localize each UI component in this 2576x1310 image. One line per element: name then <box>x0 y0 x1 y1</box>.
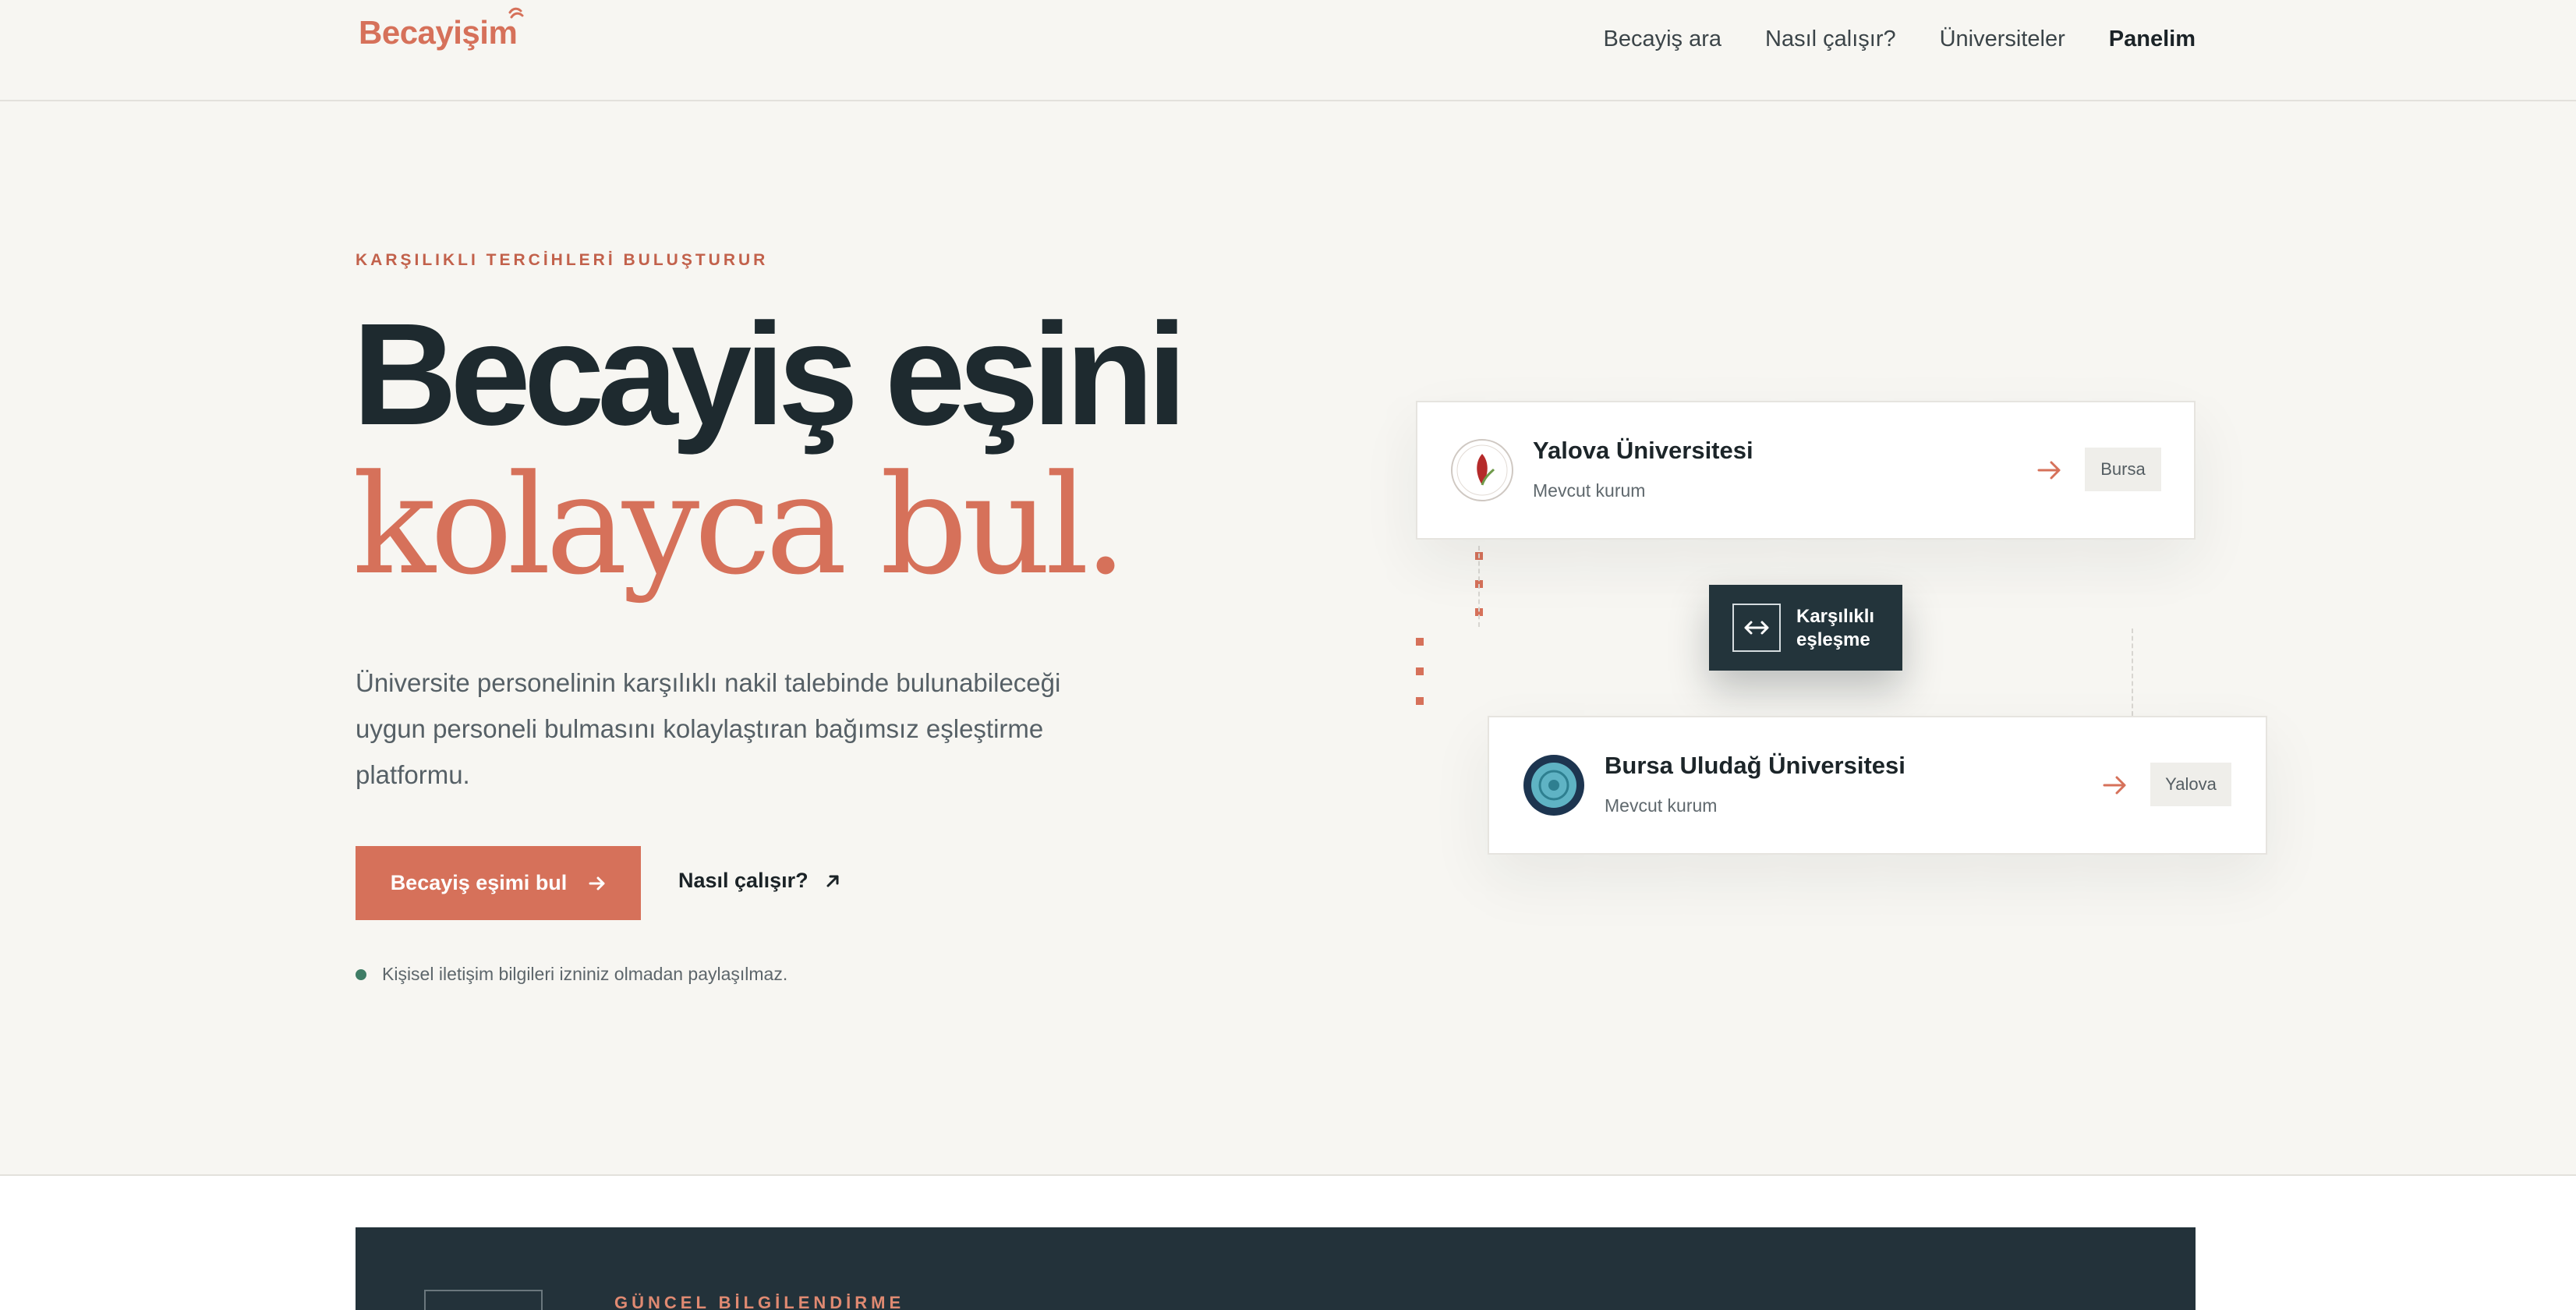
destination-badge: Bursa <box>2085 448 2161 491</box>
mutual-match-line2: eşleşme <box>1796 629 1870 650</box>
university-name: Bursa Uludağ Üniversitesi <box>1605 752 1905 779</box>
site-header: Becayişim Becayiş ara Nasıl çalışır? Üni… <box>0 0 2576 101</box>
nav-panelim[interactable]: Panelim <box>2109 27 2196 52</box>
hero-headline-line1: Becayiş eşini <box>352 294 1187 455</box>
announcement-label: GÜNCEL BİLGİLENDİRME <box>614 1293 905 1310</box>
university-seal-icon <box>1451 439 1513 501</box>
logo-swirl-icon <box>508 7 524 19</box>
university-status: Mevcut kurum <box>1605 795 1718 816</box>
brand-logo[interactable]: Becayişim <box>359 14 518 51</box>
nav-becayis-ara[interactable]: Becayiş ara <box>1603 27 1721 52</box>
university-seal-icon <box>1523 755 1584 816</box>
arrow-right-icon <box>2037 461 2061 480</box>
main-nav: Becayiş ara Nasıl çalışır? Üniversiteler… <box>1603 27 2196 52</box>
hero-lead: Üniversite personelinin karşılıklı nakil… <box>356 668 1061 789</box>
decor-square <box>1416 697 1424 705</box>
university-name: Yalova Üniversitesi <box>1533 437 1753 464</box>
mutual-match-badge: Karşılıklı eşleşme <box>1709 585 1902 671</box>
nav-nasil-calisir[interactable]: Nasıl çalışır? <box>1765 27 1896 52</box>
arrow-right-icon <box>589 876 605 890</box>
status-dot <box>356 968 366 980</box>
mutual-match-line1: Karşılıklı <box>1796 606 1875 627</box>
privacy-note: Kişisel iletişim bilgileri izniniz olmad… <box>356 964 787 985</box>
university-status: Mevcut kurum <box>1533 480 1646 501</box>
match-card-bursa[interactable]: Bursa Uludağ Üniversitesi Mevcut kurum Y… <box>1488 716 2267 855</box>
announcement-panel: GÜNCEL BİLGİLENDİRME <box>356 1227 2196 1310</box>
decor-square <box>1416 638 1424 646</box>
decor-square <box>1416 667 1424 675</box>
swap-icon <box>1732 604 1781 652</box>
privacy-note-text: Kişisel iletişim bilgileri izniniz olmad… <box>382 964 788 984</box>
arrow-right-icon <box>2103 776 2126 795</box>
destination-badge: Yalova <box>2150 763 2231 806</box>
match-card-yalova[interactable]: Yalova Üniversitesi Mevcut kurum Bursa <box>1416 401 2196 540</box>
find-match-button-label: Becayiş eşimi bul <box>390 871 568 894</box>
announcement-thumbnail <box>424 1290 543 1310</box>
nav-universiteler[interactable]: Üniversiteler <box>1940 27 2065 52</box>
find-match-button[interactable]: Becayiş eşimi bul <box>356 846 641 920</box>
how-it-works-label: Nasıl çalışır? <box>678 869 809 892</box>
hero-eyebrow: KARŞILIKLI TERCİHLERİ BULUŞTURUR <box>356 251 769 269</box>
decor-dashed-line <box>2132 628 2133 716</box>
how-it-works-link[interactable]: Nasıl çalışır? <box>678 869 841 893</box>
mutual-match-label: Karşılıklı eşleşme <box>1796 605 1874 652</box>
decor-dashed-line <box>1478 546 1480 627</box>
hero-headline-line2: kolayca bul. <box>352 445 1127 605</box>
arrow-up-right-icon <box>826 875 839 887</box>
